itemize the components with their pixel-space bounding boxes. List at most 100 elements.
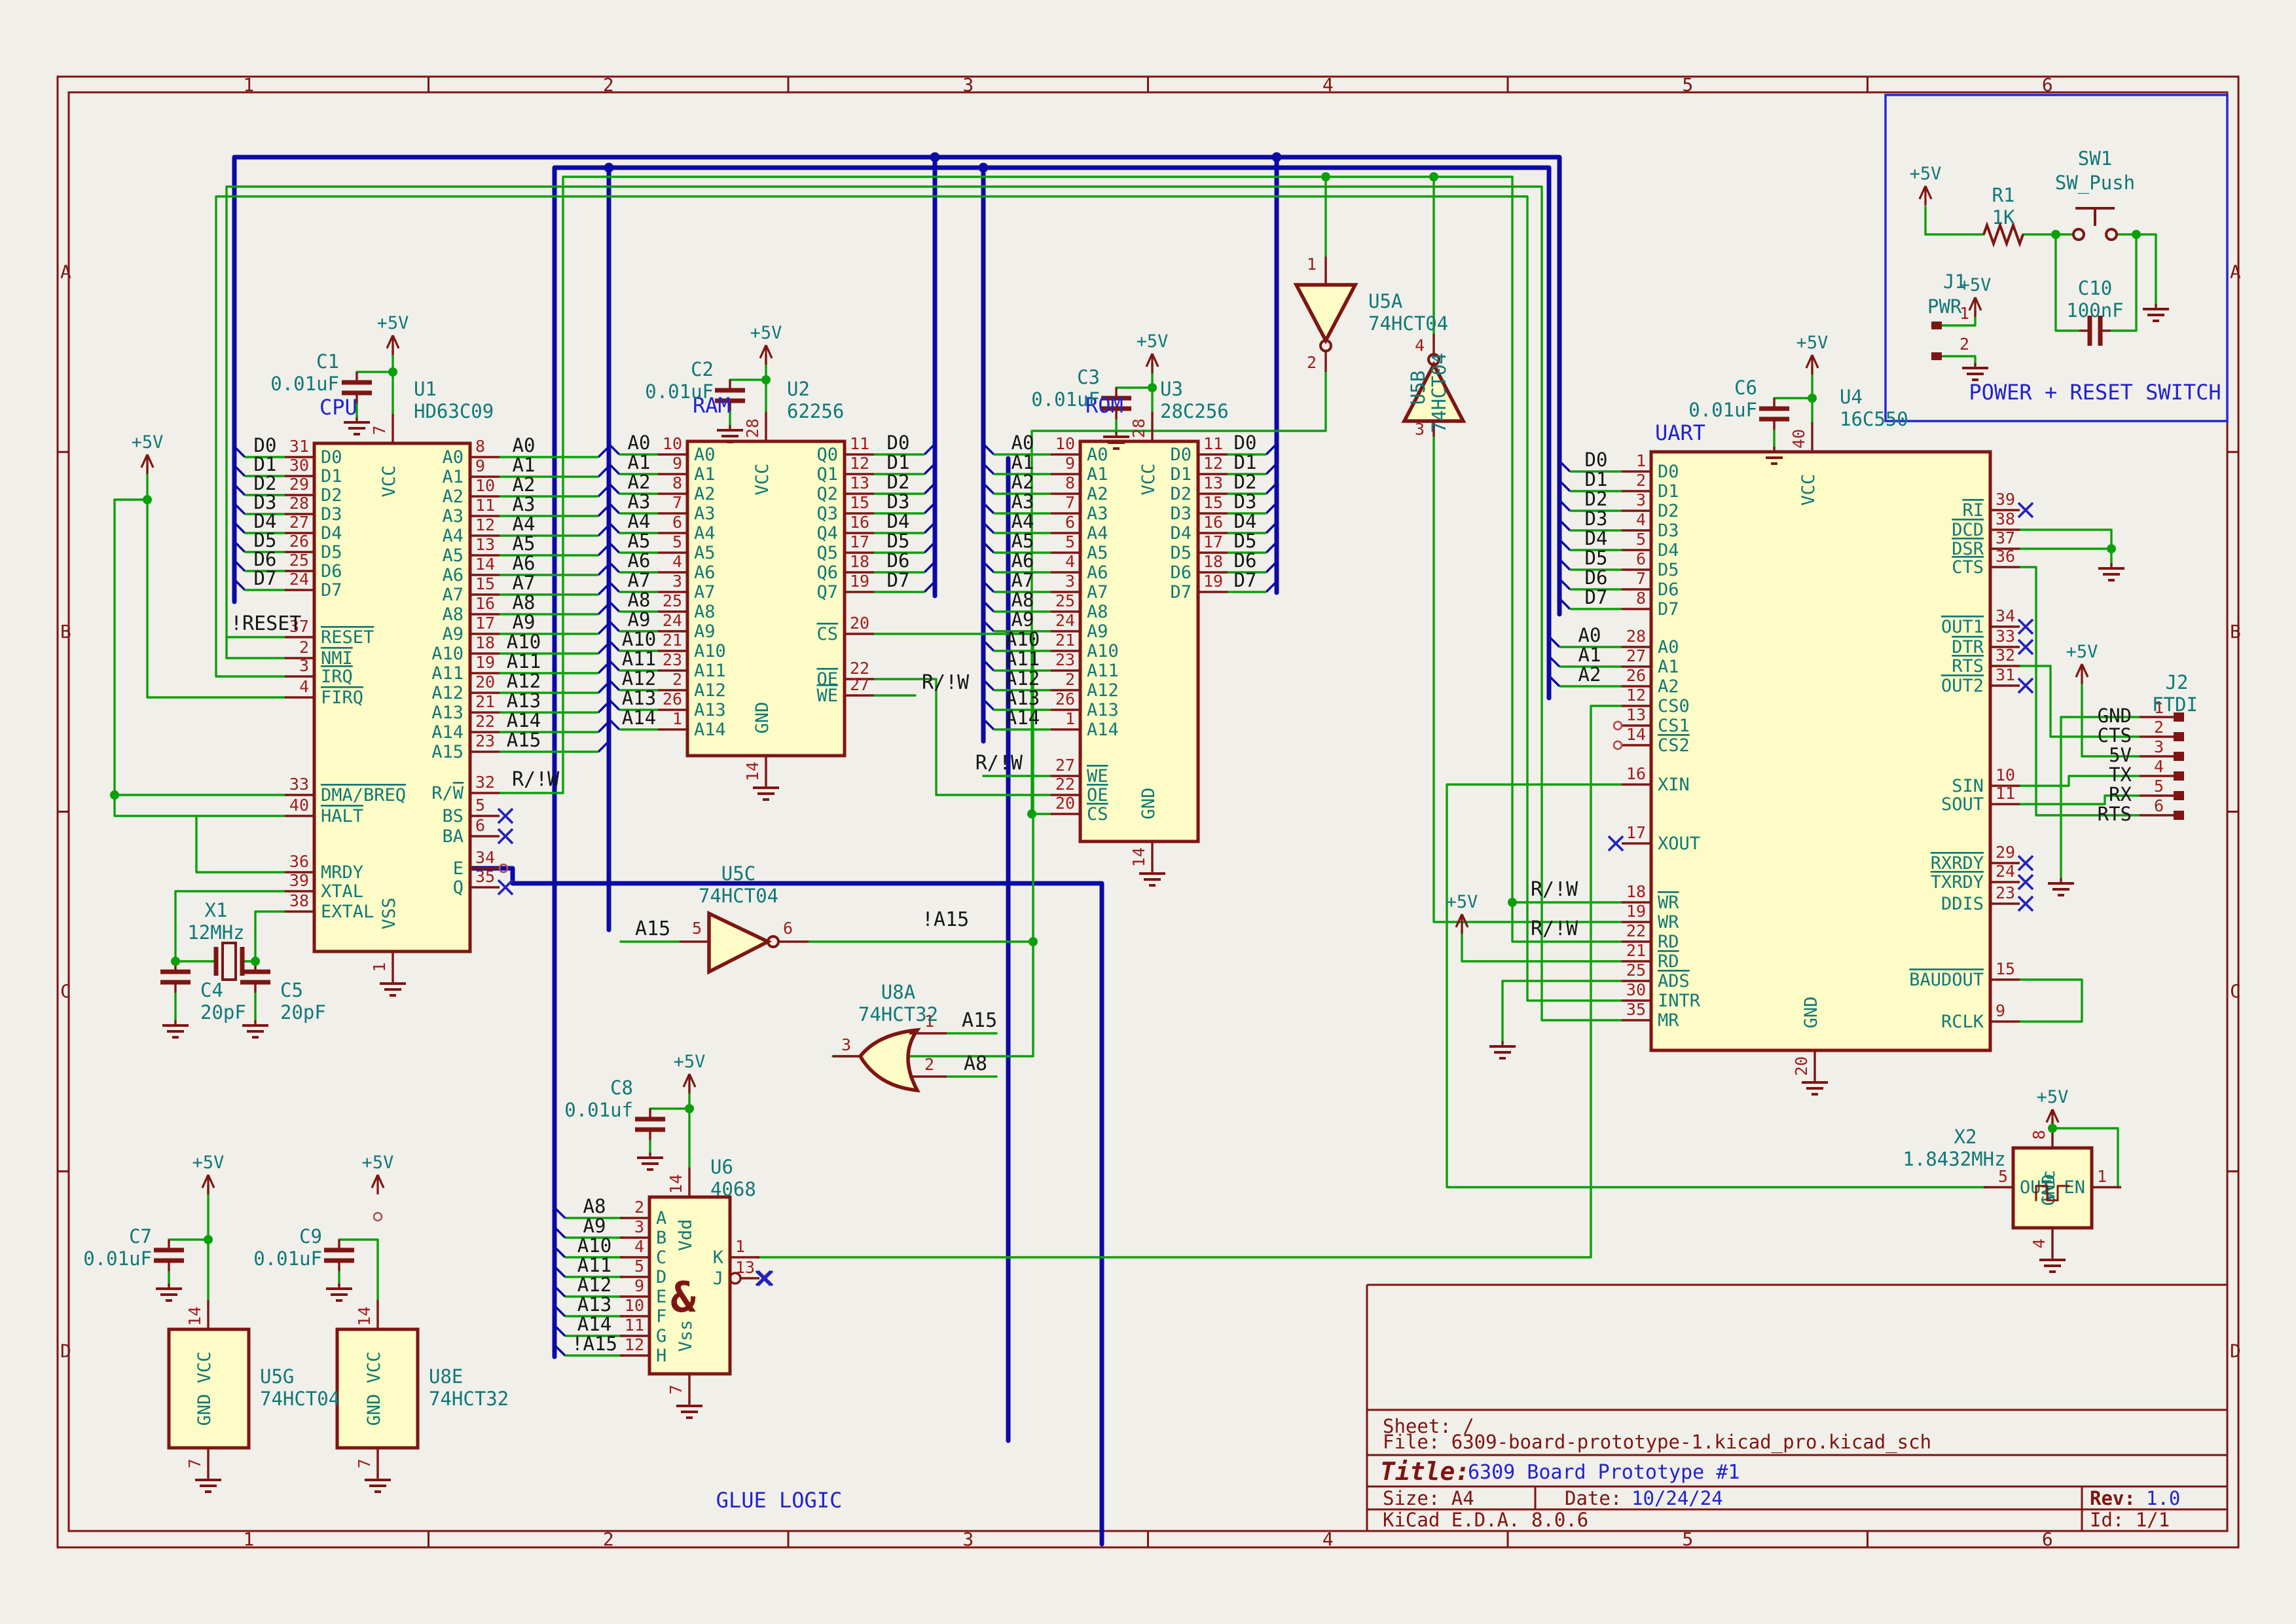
and-glyph: & [670, 1274, 696, 1322]
net-label: A11 [507, 650, 541, 673]
pin-name: Q [453, 877, 464, 898]
pin-number: 1 [672, 709, 682, 728]
power-label: +5V [1910, 164, 1942, 184]
pin-number: 14 [1626, 725, 1646, 744]
net-label: A0 [1578, 624, 1601, 646]
wire[interactable] [1925, 207, 1984, 234]
pin-name: WR [1658, 893, 1679, 913]
ic-U1[interactable]: 31D030D129D228D327D426D525D624D737RESET2… [285, 414, 513, 981]
text-teal: 0.01uf [564, 1099, 633, 1121]
ic-U8E[interactable]: 14VCC7GND [337, 1300, 418, 1477]
ic-U4[interactable]: 1D02D13D24D35D46D57D68D728A027A126A212CS… [1609, 422, 2033, 1080]
pin-name: A14 [1087, 720, 1119, 740]
net-label: A15 [507, 729, 541, 751]
net-label: A0 [513, 434, 536, 456]
net-label: A10 [507, 631, 541, 653]
pin-number: 6 [672, 513, 682, 532]
pin-number: 1 [1307, 255, 1317, 274]
pin-name: VSS [379, 898, 399, 930]
switch-SW1[interactable] [2073, 208, 2117, 240]
text-teal: J2 [2166, 671, 2189, 693]
pin-number: 6 [783, 919, 793, 938]
ic-X2[interactable]: 5OUT1EN8Vcc4GND [1984, 1118, 2121, 1257]
pin-name: A4 [442, 526, 464, 546]
pin-name: D4 [321, 523, 342, 544]
frame-row-label: C [60, 980, 71, 1002]
gate-U5A[interactable]: 12 [1296, 255, 1355, 372]
pin-name: WR [1658, 912, 1679, 932]
net-label: A4 [628, 510, 651, 532]
net-label: A9 [628, 608, 651, 631]
wire[interactable] [196, 816, 285, 872]
schematic-canvas[interactable]: 112233445566AABBCCDDPOWER + RESET SWITCH… [0, 0, 2296, 1624]
pin-number: 9 [672, 454, 682, 473]
text-black: R/!W [975, 752, 1023, 775]
wire[interactable] [833, 634, 1033, 1056]
pin-number: 12 [1626, 686, 1646, 705]
ic-U2[interactable]: 10A09A18A27A36A45A54A63A725A824A921A1023… [658, 412, 874, 785]
text-teal: C3 [1077, 366, 1100, 388]
pin-number: 22 [1626, 921, 1646, 940]
pin-name: A13 [694, 700, 726, 720]
net-label: D0 [1234, 432, 1257, 454]
net-label: A5 [628, 530, 651, 552]
frame-row-label: C [2230, 980, 2241, 1002]
pin-name: D2 [321, 485, 342, 506]
pin-name: Vdd [676, 1219, 696, 1251]
title-block[interactable]: Sheet: /File: 6309-board-prototype-1.kic… [1367, 1285, 2227, 1531]
pin-name: FIRQ [321, 688, 363, 708]
pin-name: Q0 [816, 445, 838, 465]
pin-number: 24 [663, 611, 682, 630]
pin-name: A11 [431, 663, 464, 684]
pin-name: D7 [1658, 599, 1679, 619]
pin-number: 1 [735, 1237, 745, 1256]
wire[interactable] [2020, 980, 2082, 1022]
pin-name: RTS [1952, 656, 1984, 676]
net-label: D4 [1585, 527, 1608, 549]
pin-name: G [656, 1326, 666, 1346]
net-label: A1 [513, 454, 536, 476]
wire[interactable] [2020, 530, 2111, 549]
ic-U6[interactable]: 2A3B4C5D9E10F11G12H1K13J14Vdd7Vss& [620, 1168, 773, 1403]
connector-J2[interactable]: 1GND2CTS35V4TX5RX6RTS [2098, 698, 2184, 825]
pin-name: D1 [1658, 481, 1679, 502]
pin-name: A0 [694, 445, 716, 465]
wire[interactable] [555, 168, 1549, 1357]
pin-name: VCC [379, 466, 399, 498]
ic-U3[interactable]: 10A09A18A27A36A45A54A63A725A824A921A1023… [1051, 412, 1228, 871]
wire[interactable] [2136, 234, 2156, 306]
text-blue: CPU [319, 395, 357, 420]
pin-number: 8 [2030, 1130, 2049, 1139]
net-label: A11 [622, 648, 656, 670]
pin-name: IRQ [321, 667, 353, 687]
wire[interactable] [1503, 981, 1622, 1043]
pin-number: 2 [634, 1198, 644, 1217]
net-label: A7 [513, 572, 536, 594]
pin-name: NMI [321, 648, 353, 669]
pin-number: 20 [850, 614, 869, 633]
net-label: D7 [1234, 569, 1257, 591]
pin-number: 39 [289, 871, 309, 890]
wire[interactable] [2020, 549, 2111, 566]
pin-name: C [656, 1247, 666, 1268]
pin-number: 2 [924, 1055, 934, 1074]
pin-name: A11 [1087, 661, 1119, 681]
net-label: A2 [1011, 471, 1034, 493]
wire[interactable] [1942, 356, 1975, 365]
pin-name: H [656, 1346, 666, 1366]
pin-name: RI [1962, 500, 1984, 521]
gate-U5C[interactable]: 56 [680, 913, 809, 972]
crystal-X1[interactable] [216, 943, 242, 980]
pin-name: A5 [1087, 543, 1108, 563]
wire[interactable] [500, 177, 1622, 942]
ic-U5G[interactable]: 14VCC7GND [169, 1300, 249, 1477]
pin-number: 2 [672, 670, 682, 689]
pin-name: A5 [442, 545, 464, 566]
pin-name: CS0 [1658, 696, 1690, 716]
pin-number: 3 [634, 1217, 644, 1236]
pin-name: VCC [1139, 464, 1159, 496]
wire[interactable] [255, 912, 285, 961]
text-teal: C2 [691, 358, 714, 380]
pin-name: Q7 [816, 582, 838, 602]
net-label: A1 [1011, 451, 1034, 473]
